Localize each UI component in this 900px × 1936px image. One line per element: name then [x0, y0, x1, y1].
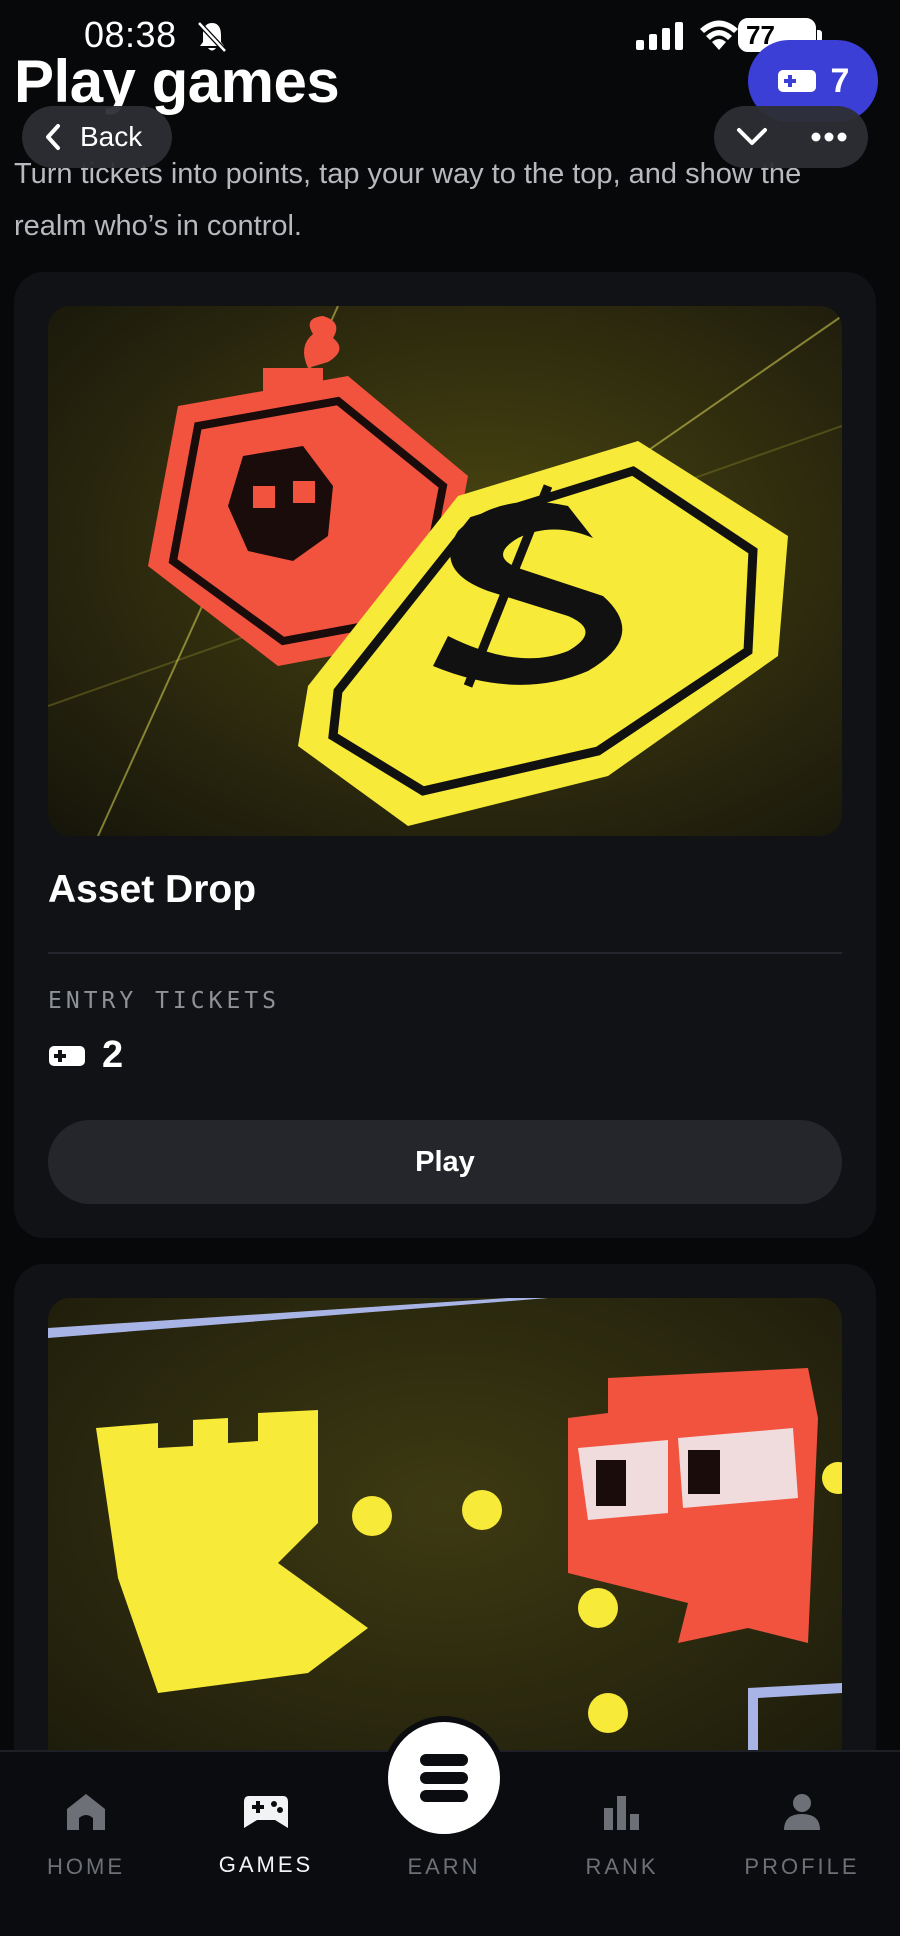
nav-games-label: GAMES [218, 1852, 314, 1877]
earn-button[interactable] [382, 1716, 506, 1840]
back-button[interactable]: Back [22, 106, 172, 168]
mini-app-menu [714, 106, 868, 168]
nav-earn-label: EARN [407, 1854, 481, 1879]
cellular-signal-icon [636, 22, 683, 50]
home-icon [67, 1794, 105, 1830]
back-label: Back [80, 121, 143, 152]
game-title: Asset Drop [48, 868, 257, 911]
nav-home[interactable]: HOME [0, 1792, 176, 1880]
nav-profile[interactable]: PROFILE [712, 1792, 892, 1880]
asset-drop-artwork [48, 306, 842, 836]
nav-rank-label: RANK [585, 1854, 659, 1879]
pellet [462, 1490, 502, 1530]
pellet [578, 1588, 618, 1628]
coin-stack-icon [420, 1754, 468, 1802]
nav-rank[interactable]: RANK [532, 1792, 712, 1880]
game-card-asset-drop: Asset Drop ENTRY TICKETS 2 Play [14, 272, 876, 1238]
divider [48, 952, 842, 954]
chevron-down-icon[interactable] [735, 126, 769, 148]
entry-tickets-value: 2 [48, 1034, 123, 1077]
pellet [588, 1693, 628, 1733]
ticket-count: 7 [830, 61, 850, 100]
bar-chart-icon [604, 1796, 639, 1830]
nav-home-label: HOME [47, 1854, 125, 1879]
ticket-icon [777, 70, 816, 92]
play-button[interactable]: Play [48, 1120, 842, 1204]
ticket-icon [49, 1045, 85, 1066]
user-icon [784, 1794, 820, 1830]
wifi-icon [700, 20, 738, 50]
entry-tickets-count: 2 [102, 1034, 124, 1076]
more-options-icon[interactable] [811, 132, 847, 142]
gamepad-icon [244, 1796, 288, 1828]
pellet [352, 1496, 392, 1536]
entry-tickets-label: ENTRY TICKETS [48, 988, 281, 1014]
nav-games[interactable]: GAMES [176, 1792, 356, 1878]
chevron-left-icon [46, 124, 60, 150]
nav-profile-label: PROFILE [744, 1854, 860, 1879]
